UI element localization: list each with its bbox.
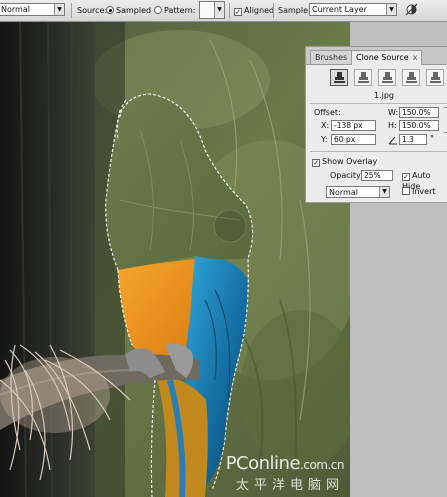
panel-divider xyxy=(310,103,447,104)
tab-brushes[interactable]: Brushes xyxy=(310,50,353,64)
tab-clone-source-label: Clone Source xyxy=(356,53,409,62)
panel-divider xyxy=(310,151,447,152)
rotation-field[interactable]: 1.3 xyxy=(399,134,427,145)
watermark-domain: .com.cn xyxy=(300,458,344,472)
watermark-chinese: 太平洋电脑网 xyxy=(235,478,344,493)
checkmark-icon: ✓ xyxy=(312,159,320,167)
source-label: Source: xyxy=(77,6,108,15)
radio-unselected-icon xyxy=(154,6,162,14)
pattern-picker[interactable]: ▼ xyxy=(199,1,225,19)
offset-label: Offset: xyxy=(314,108,341,117)
document-canvas[interactable]: PConline.com.cn 太平洋电脑网 xyxy=(0,22,350,497)
checkbox-empty-icon xyxy=(402,187,410,195)
clone-source-button-3[interactable] xyxy=(378,69,396,86)
opacity-field[interactable]: 25% xyxy=(361,170,393,181)
options-bar: Normal ▼ Source: Sampled Pattern: ▼ ✓ Ali… xyxy=(0,0,447,22)
tab-clone-source[interactable]: Clone Source x xyxy=(351,50,423,65)
overlay-blend-dropdown[interactable]: Normal ▼ xyxy=(326,186,390,198)
toolbar-separator xyxy=(71,3,72,18)
degree-symbol: ° xyxy=(430,134,434,143)
offset-y-field[interactable]: 60 px xyxy=(331,134,376,145)
clone-source-button-4[interactable] xyxy=(402,69,420,86)
aligned-label: Aligned xyxy=(244,6,275,15)
chevron-down-icon: ▼ xyxy=(386,4,396,15)
opacity-label: Opacity: xyxy=(330,171,363,180)
angle-icon xyxy=(388,134,398,145)
source-pattern-radio[interactable]: Pattern: xyxy=(154,4,195,17)
close-icon[interactable]: x xyxy=(413,53,418,62)
invert-checkbox[interactable]: Invert xyxy=(402,186,436,197)
site-watermark: PConline.com.cn 太平洋电脑网 xyxy=(225,453,345,493)
chevron-down-icon: ▼ xyxy=(214,2,224,18)
scale-height-field[interactable]: 150.0% xyxy=(399,120,439,131)
clone-stamp-icon xyxy=(430,72,441,83)
sample-value: Current Layer xyxy=(312,5,367,14)
show-overlay-label: Show Overlay xyxy=(322,157,378,166)
mode-dropdown[interactable]: Normal ▼ xyxy=(0,3,65,16)
sample-label: Sample: xyxy=(278,6,311,15)
chevron-down-icon: ▼ xyxy=(379,187,389,197)
w-label: W: xyxy=(388,108,399,117)
clone-stamp-icon xyxy=(334,72,345,83)
clone-source-panel: Brushes Clone Source x 1.jpg Offset: X: -… xyxy=(305,46,447,203)
invert-label: Invert xyxy=(412,187,436,196)
h-label: H: xyxy=(388,121,397,130)
panel-tab-bar: Brushes Clone Source x xyxy=(306,47,447,65)
y-label: Y: xyxy=(321,135,328,144)
source-sampled-radio[interactable]: Sampled xyxy=(106,4,151,17)
watermark-brand: PConline xyxy=(225,453,301,474)
toolbar-separator xyxy=(273,3,274,18)
aligned-checkbox[interactable]: ✓ Aligned xyxy=(234,4,274,17)
chevron-down-icon: ▼ xyxy=(54,4,64,15)
mode-value: Normal xyxy=(1,5,30,14)
canvas-image xyxy=(0,22,350,497)
ignore-adjustment-layers-icon[interactable] xyxy=(405,3,418,16)
clone-stamp-icon xyxy=(406,72,417,83)
toolbar-separator xyxy=(229,3,230,18)
checkmark-icon: ✓ xyxy=(402,173,410,181)
overlay-blend-value: Normal xyxy=(329,188,358,197)
source-file-name: 1.jpg xyxy=(374,91,395,100)
offset-x-field[interactable]: -138 px xyxy=(331,120,376,131)
source-sampled-label: Sampled xyxy=(116,6,152,15)
x-label: X: xyxy=(321,121,330,130)
clone-stamp-icon xyxy=(382,72,393,83)
clone-source-button-2[interactable] xyxy=(354,69,372,86)
clone-source-button-5[interactable] xyxy=(426,69,444,86)
checkmark-icon: ✓ xyxy=(234,8,242,16)
clone-stamp-icon xyxy=(358,72,369,83)
sample-dropdown[interactable]: Current Layer ▼ xyxy=(309,3,397,16)
clone-source-button-1[interactable] xyxy=(330,69,348,86)
scale-width-field[interactable]: 150.0% xyxy=(399,107,439,118)
tab-brushes-label: Brushes xyxy=(315,53,348,62)
show-overlay-checkbox[interactable]: ✓ Show Overlay xyxy=(312,156,377,167)
radio-selected-icon xyxy=(106,6,114,14)
source-pattern-label: Pattern: xyxy=(164,6,196,15)
